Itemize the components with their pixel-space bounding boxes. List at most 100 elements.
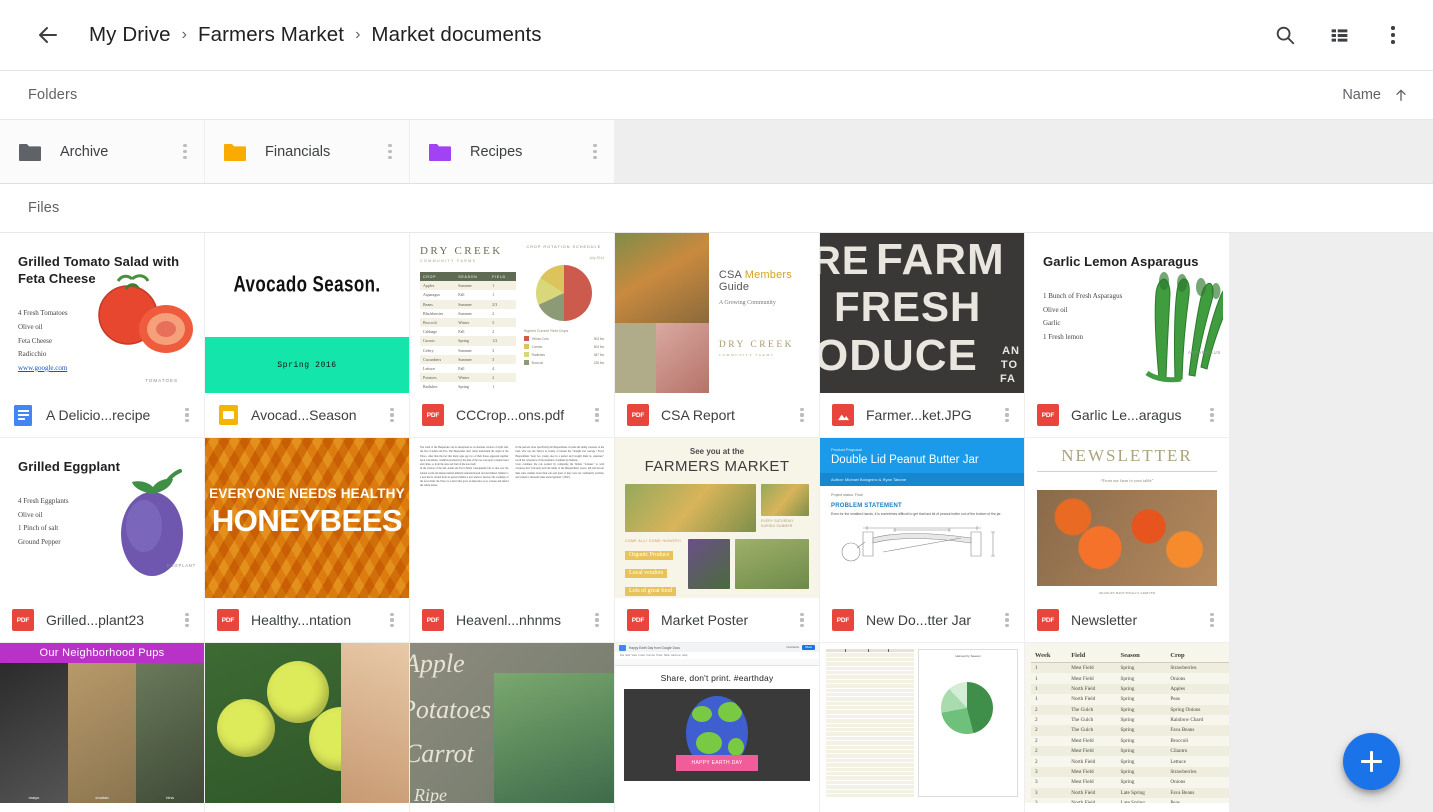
file-more-button[interactable] — [381, 407, 403, 423]
cell: Spring — [1120, 717, 1135, 724]
file-more-button[interactable] — [176, 612, 198, 628]
breadcrumb-item-market-documents[interactable]: Market documents — [371, 23, 541, 47]
file-card[interactable]: CSA Members Guide A Growing Community DR… — [615, 233, 819, 437]
file-card[interactable]: NEWSLETTER “From our farm to your table”… — [1025, 438, 1229, 642]
folder-card-archive[interactable]: Archive — [0, 120, 204, 183]
file-more-button[interactable] — [586, 612, 608, 628]
file-card[interactable]: Tennis Time.jpg — [205, 643, 409, 812]
cell: 2 — [1031, 725, 1068, 736]
cell: North Field — [1067, 683, 1117, 695]
file-more-button[interactable] — [381, 612, 403, 628]
chalk-word: RE — [820, 239, 870, 283]
cell: Late Spring — [1117, 798, 1167, 803]
file-footer: PDF CSA Report — [615, 393, 819, 437]
file-footer: Tennis Time.jpg — [205, 803, 409, 812]
folder-more-button[interactable] — [174, 144, 196, 159]
file-card[interactable]: Week Field Season Crop 1 Mest Field Spring… — [1025, 643, 1229, 812]
file-more-button[interactable] — [791, 407, 813, 423]
cell: 1 — [492, 384, 495, 390]
file-more-button[interactable] — [586, 407, 608, 423]
breadcrumb-item-farmers-market[interactable]: Farmers Market — [198, 23, 344, 47]
pie-chart — [940, 682, 993, 735]
folder-more-button[interactable] — [584, 144, 606, 159]
file-thumbnail: DRY CREEK COMMUNITY FARMS CROP SEASON FI… — [410, 233, 614, 393]
sheet-chart: Harvest by Season — [918, 649, 1018, 797]
table-row: 1 Mest Field Spring Strawberries — [1031, 662, 1229, 674]
cell: Cilantro — [1166, 746, 1229, 757]
file-card[interactable]: Avocado Season. Spring 2016 Avocad...Sea… — [205, 233, 409, 437]
cell: 2 — [1035, 737, 1038, 744]
more-options-button[interactable] — [1371, 13, 1415, 57]
cell: Broccoli — [1170, 737, 1189, 744]
table-row: Potatoes Winter 2 — [420, 373, 516, 383]
paragraph: In the version of the fall, Adam and Eve… — [420, 467, 509, 488]
table-row: 3North FieldLate SpringPeas — [1031, 798, 1229, 803]
file-thumbnail: NEWSLETTER “From our farm to your table”… — [1025, 438, 1229, 598]
file-footer: Farmer...ket.JPG — [820, 393, 1024, 437]
breadcrumb-item-my-drive[interactable]: My Drive — [89, 23, 171, 47]
file-more-button[interactable] — [791, 612, 813, 628]
pup-photo: bina — [136, 663, 204, 803]
cell: North Field — [1071, 696, 1096, 703]
file-card[interactable]: The Land of the Hesperides can be interp… — [410, 438, 614, 642]
sheet-rows — [826, 649, 915, 798]
file-card[interactable]: Our Neighborhood Pups maiyu croutan bina… — [0, 643, 204, 812]
cell: Apples — [1166, 683, 1229, 695]
back-button[interactable] — [28, 15, 68, 55]
sort-label: Name — [1342, 87, 1381, 103]
file-more-button[interactable] — [996, 407, 1018, 423]
folder-more-button[interactable] — [379, 144, 401, 159]
create-new-button[interactable] — [1343, 733, 1400, 790]
cell: 1 — [489, 281, 516, 291]
file-card[interactable]: Grilled Tomato Salad with Feta Cheese 4 … — [0, 233, 204, 437]
file-name: Healthy...ntation — [251, 612, 352, 628]
comments-button[interactable]: Comments — [787, 646, 800, 649]
docs-titlebar: Happy Earth Day from Google Docs Comment… — [615, 643, 819, 652]
cell: The Gulch — [1067, 704, 1117, 715]
file-thumbnail: Grilled Eggplant 4 Fresh Eggplants Olive… — [0, 438, 204, 598]
file-card[interactable]: Happy Earth Day from Google Docs Comment… — [615, 643, 819, 812]
file-card[interactable]: RE FARM FRESH ODUCE AN TO FA Farmer...ke… — [820, 233, 1024, 437]
sort-control[interactable]: Name — [1342, 87, 1409, 103]
docs-file-icon — [12, 404, 34, 426]
file-name: Heavenl...nhnms — [456, 612, 562, 628]
folder-card-financials[interactable]: Financials — [205, 120, 409, 183]
file-footer: A Delicio...recipe — [0, 393, 204, 437]
sign-word: Apple — [410, 649, 465, 678]
file-card[interactable]: EVERYONE NEEDS HEALTHY HONEYBEES PDF Hea… — [205, 438, 409, 642]
file-card[interactable]: Product Proposal Double Lid Peanut Butte… — [820, 438, 1024, 642]
app-bar: My Drive › Farmers Market › Market docum… — [0, 0, 1433, 71]
cell: Mest Field — [1071, 737, 1094, 744]
newsletter-preview: NEWSLETTER “From our farm to your table”… — [1025, 438, 1229, 598]
file-thumbnail: The Land of the Hesperides can be interp… — [410, 438, 614, 598]
file-card[interactable]: See you at the FARMERS MARKET EVERY SATU… — [615, 438, 819, 642]
search-button[interactable] — [1263, 13, 1307, 57]
cell: Asparagus — [423, 292, 440, 298]
docs-toolbar[interactable] — [615, 659, 819, 666]
file-card[interactable]: DRY CREEK COMMUNITY FARMS CROP SEASON FI… — [410, 233, 614, 437]
share-button[interactable]: Share — [802, 645, 815, 650]
cell: 2 — [489, 373, 516, 383]
list-view-button[interactable] — [1317, 13, 1361, 57]
docs-menubar[interactable]: File Edit View Insert Format Tools Table… — [615, 652, 819, 659]
file-more-button[interactable] — [996, 612, 1018, 628]
file-card[interactable]: Garlic Lemon Asparagus 1 Bunch of Fresh … — [1025, 233, 1229, 437]
file-card[interactable]: Harvest by Season — [820, 643, 1024, 812]
cell: 2 — [492, 329, 495, 335]
arrow-up-icon — [1396, 89, 1406, 101]
file-card[interactable]: Grilled Eggplant 4 Fresh Eggplants Olive… — [0, 438, 204, 642]
file-more-button[interactable] — [1201, 407, 1223, 423]
file-more-button[interactable] — [1201, 612, 1223, 628]
honeycomb-photo: EVERYONE NEEDS HEALTHY HONEYBEES — [205, 438, 409, 598]
arrow-back-icon — [39, 27, 57, 43]
paragraph: The Land of the Hesperides can be interp… — [420, 446, 509, 467]
file-more-button[interactable] — [176, 407, 198, 423]
folder-card-recipes[interactable]: Recipes — [410, 120, 614, 183]
crop-schedule-table: Week Field Season Crop 1 Mest Field Spring… — [1031, 649, 1229, 803]
legend-item: Broccoli 226 lbs — [523, 360, 604, 365]
poster-photo — [688, 539, 730, 589]
column-header: Crop — [1166, 649, 1229, 663]
file-card[interactable]: Apple Potatoes Carrot Ripe — [410, 643, 614, 812]
table-row: Carrots Spring 1/2 — [420, 336, 516, 346]
legend-label: Radishes — [531, 352, 545, 357]
